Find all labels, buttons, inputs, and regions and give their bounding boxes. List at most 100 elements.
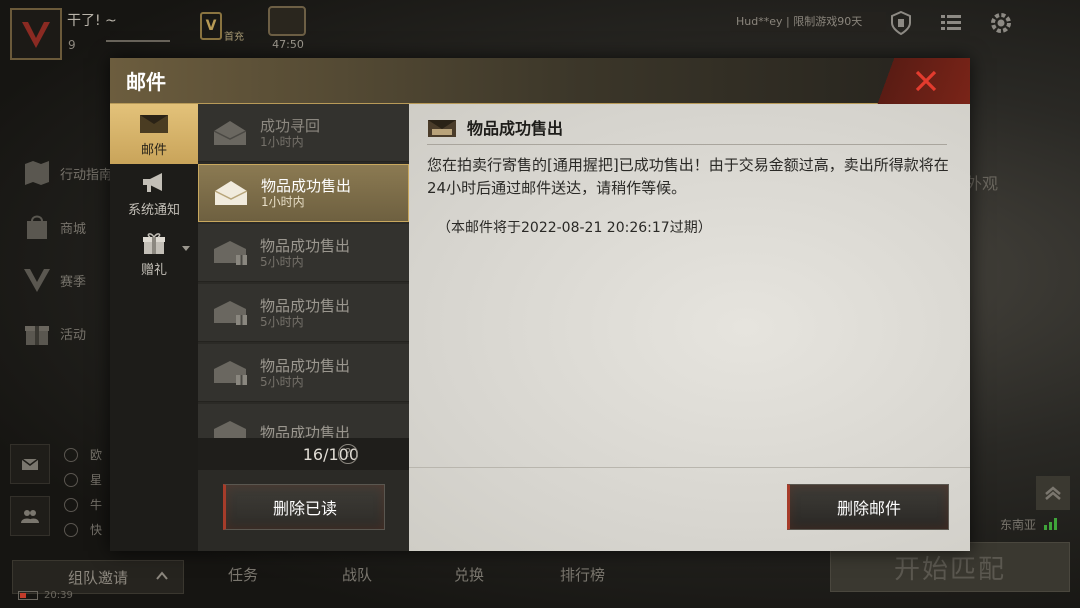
v-badge-icon: V	[200, 12, 222, 40]
lobby-bottom-nav: 组队邀请 任务 战队 兑换 排行榜	[0, 556, 1080, 596]
mail-category-tabs: 邮件 系统通知 赠礼	[110, 104, 198, 551]
clock: 20:39	[44, 590, 73, 601]
mail-subject: 物品成功售出	[260, 296, 351, 315]
season-v-icon	[20, 265, 54, 295]
mail-list-item[interactable]: 物品成功售出 5小时内	[198, 224, 409, 282]
gear-icon[interactable]	[988, 10, 1014, 36]
mail-subject: 物品成功售出	[260, 423, 351, 439]
tab-missions[interactable]: 任务	[228, 564, 258, 585]
mail-subject: 物品成功售出	[260, 236, 351, 255]
team-invite-button[interactable]: 组队邀请	[12, 560, 184, 594]
chevron-up-double-icon	[1045, 486, 1061, 500]
player-name: 干了! ~	[67, 13, 117, 29]
megaphone-icon	[138, 171, 170, 195]
xp-bar	[106, 40, 170, 42]
chest-timer: 47:50	[272, 38, 304, 51]
mail-envelope-icon	[138, 111, 170, 135]
tab-label: 邮件	[140, 142, 167, 158]
appearance-label: 外观	[966, 174, 999, 193]
envelope-gift-icon	[212, 239, 248, 267]
tab-system-notice[interactable]: 系统通知	[110, 164, 198, 224]
side-item-events[interactable]: 活动	[20, 318, 120, 348]
side-item-shop[interactable]: 商城	[20, 212, 120, 242]
season-v-icon	[22, 22, 50, 48]
chevron-up-icon	[156, 571, 168, 580]
side-item-label: 商城	[60, 221, 87, 237]
lobby-top-bar: 干了! ~ 9 V 首充 47:50 Hud**ey | 限制游戏90天	[0, 0, 1080, 60]
envelope-gift-icon	[212, 359, 248, 387]
mail-list-item[interactable]: 成功寻回 1小时内	[198, 104, 409, 162]
gift-icon	[20, 318, 54, 348]
mail-dialog: 邮件 邮件 系统通知 赠礼 成功寻回 1小时内 物品成功售出 1小时内 物品成功…	[110, 58, 970, 551]
dialog-header: 邮件	[110, 58, 970, 104]
friend-entry[interactable]: 欧	[64, 446, 102, 463]
mail-content-header: 物品成功售出	[427, 117, 947, 145]
map-select-button[interactable]	[1036, 476, 1070, 510]
mail-time: 1小时内	[261, 195, 305, 209]
shop-bag-icon	[20, 212, 54, 242]
mail-subject: 成功寻回	[260, 116, 321, 135]
side-item-label: 活动	[60, 327, 87, 343]
globe-icon	[64, 447, 78, 462]
mail-list-item[interactable]: 物品成功售出 5小时内	[198, 284, 409, 342]
tab-label: 赠礼	[140, 262, 167, 278]
friends-button[interactable]	[10, 496, 50, 536]
mail-list[interactable]: 成功寻回 1小时内 物品成功售出 1小时内 物品成功售出 5小时内 物品成功售出 5小时…	[198, 104, 409, 438]
delete-read-button[interactable]: 删除已读	[223, 484, 385, 530]
help-icon[interactable]: ?	[338, 444, 358, 464]
mail-time: 5小时内	[260, 314, 304, 329]
dropdown-arrow-icon[interactable]	[182, 246, 190, 251]
mail-content-body: 您在拍卖行寄售的[通用握把]已成功售出！由于交易金额过高，卖出所得款将在24小时…	[427, 156, 949, 197]
tab-exchange[interactable]: 兑换	[454, 564, 484, 585]
mail-list-item[interactable]: 物品成功售出	[198, 404, 409, 438]
people-icon	[21, 510, 39, 523]
server-region: 东南亚	[1000, 518, 1037, 532]
mail-subject: 物品成功售出	[260, 356, 351, 375]
mail-subject: 物品成功售出	[261, 177, 352, 195]
mail-list-panel: 成功寻回 1小时内 物品成功售出 1小时内 物品成功售出 5小时内 物品成功售出 5小时…	[198, 104, 409, 551]
mail-time: 5小时内	[260, 374, 304, 389]
friend-entry[interactable]: 星	[64, 471, 102, 488]
menu-list-icon[interactable]	[938, 10, 964, 36]
player-level: 9	[68, 38, 76, 52]
signal-strength-icon	[1044, 518, 1057, 530]
delete-mail-button[interactable]: 删除邮件	[787, 484, 949, 530]
side-item-season[interactable]: 赛季	[20, 265, 120, 295]
first-charge-label: 首充	[224, 32, 244, 43]
divider	[409, 467, 970, 468]
team-invite-label: 组队邀请	[67, 568, 128, 587]
tab-mail[interactable]: 邮件	[110, 104, 198, 164]
battery-icon	[18, 591, 38, 600]
tab-label: 系统通知	[127, 202, 180, 218]
close-icon	[915, 70, 937, 92]
mail-list-item-selected[interactable]: 物品成功售出 1小时内	[198, 164, 409, 222]
tab-gifts[interactable]: 赠礼	[110, 224, 198, 284]
mail-content-title: 物品成功售出	[467, 118, 564, 138]
envelope-gift-icon	[212, 299, 248, 327]
side-item-label: 赛季	[60, 274, 87, 290]
location-pin-icon	[64, 522, 78, 537]
chest-timer-button[interactable]: 47:50	[266, 6, 310, 51]
mail-list-item[interactable]: 物品成功售出 5小时内	[198, 344, 409, 402]
avatar[interactable]	[10, 8, 62, 60]
first-charge-button[interactable]: V 首充	[200, 12, 256, 43]
gift-icon	[138, 231, 170, 255]
envelope-gift-icon	[212, 419, 248, 438]
friend-entry[interactable]: 牛	[64, 496, 102, 513]
friend-entry[interactable]: 快	[64, 521, 102, 538]
tab-leaderboard[interactable]: 排行榜	[560, 564, 605, 585]
open-envelope-icon	[427, 116, 457, 138]
side-item-guide[interactable]: 行动指南	[20, 158, 120, 188]
mail-count-row: 16/100 ?	[198, 438, 409, 470]
side-item-label: 行动指南	[60, 167, 113, 183]
dialog-title: 邮件	[126, 70, 166, 94]
tab-squad[interactable]: 战队	[342, 564, 372, 585]
chest-icon	[268, 6, 306, 36]
shield-icon[interactable]	[888, 10, 914, 36]
mail-button[interactable]	[10, 444, 50, 484]
close-button[interactable]	[874, 58, 970, 104]
mail-expire-notice: （本邮件将于2022-08-21 20:26:17过期）	[437, 220, 712, 236]
mail-content: 物品成功售出 您在拍卖行寄售的[通用握把]已成功售出！由于交易金额过高，卖出所得…	[409, 104, 970, 551]
mail-time: 5小时内	[260, 254, 304, 269]
open-envelope-icon	[212, 119, 248, 147]
